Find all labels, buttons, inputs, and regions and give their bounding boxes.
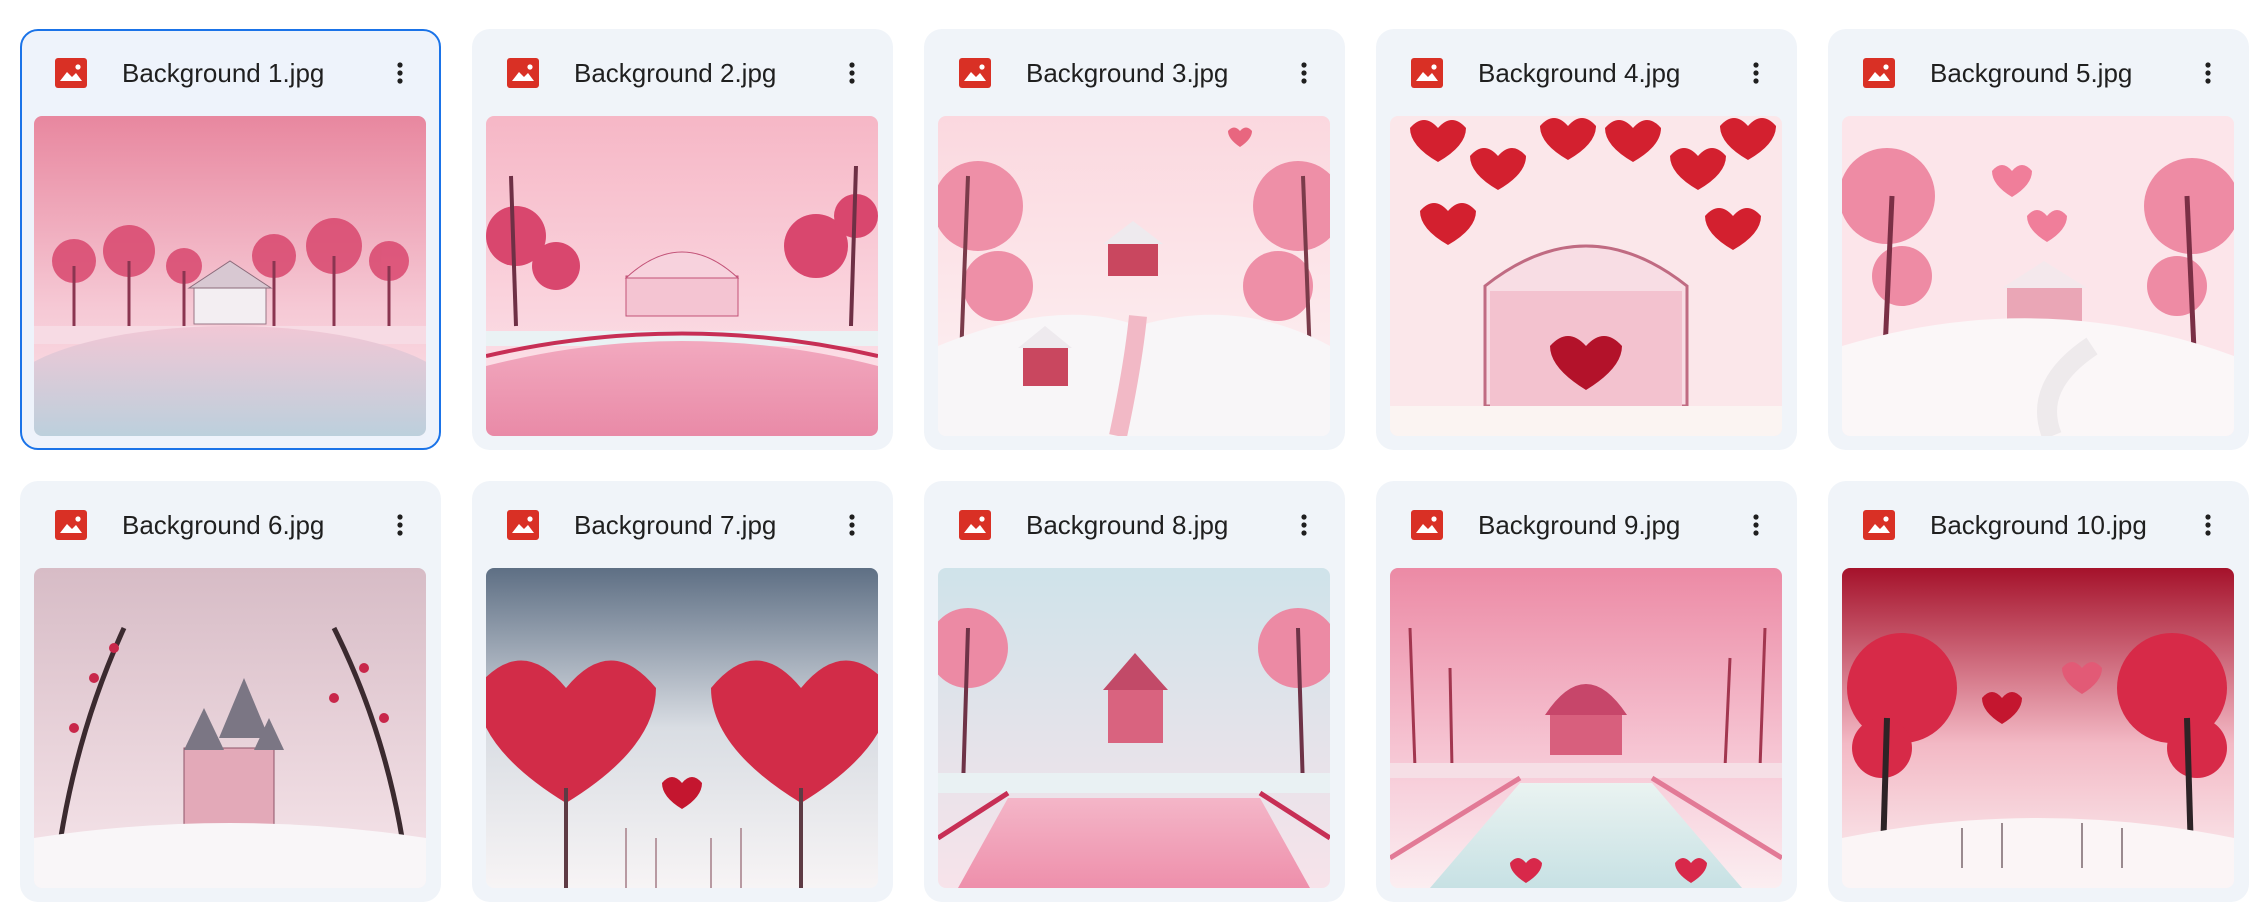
file-card[interactable]: Background 4.jpg [1376, 29, 1797, 450]
file-card-header: Background 2.jpg [472, 29, 893, 115]
file-card[interactable]: Background 2.jpg [472, 29, 893, 450]
file-name: Background 8.jpg [1026, 510, 1229, 540]
file-name: Background 1.jpg [122, 58, 325, 88]
more-vert-icon[interactable] [378, 503, 422, 547]
file-card-header: Background 6.jpg [20, 481, 441, 567]
image-file-icon [55, 510, 87, 540]
file-name: Background 10.jpg [1930, 510, 2147, 540]
more-vert-icon[interactable] [830, 503, 874, 547]
file-card-header: Background 8.jpg [924, 481, 1345, 567]
file-card-header: Background 4.jpg [1376, 29, 1797, 115]
file-card[interactable]: Background 8.jpg [924, 481, 1345, 902]
image-file-icon [1411, 58, 1443, 88]
more-vert-icon[interactable] [1734, 503, 1778, 547]
image-file-icon [507, 510, 539, 540]
image-file-icon [959, 58, 991, 88]
file-card-header: Background 10.jpg [1828, 481, 2249, 567]
file-card[interactable]: Background 10.jpg [1828, 481, 2249, 902]
more-vert-icon[interactable] [1734, 51, 1778, 95]
image-file-icon [959, 510, 991, 540]
file-card[interactable]: Background 5.jpg [1828, 29, 2249, 450]
file-thumbnail[interactable] [938, 568, 1330, 888]
image-file-icon [507, 58, 539, 88]
file-card[interactable]: Background 1.jpg [20, 29, 441, 450]
file-card-header: Background 7.jpg [472, 481, 893, 567]
file-thumbnail[interactable] [938, 116, 1330, 436]
file-name: Background 4.jpg [1478, 58, 1681, 88]
image-file-icon [55, 58, 87, 88]
file-card-header: Background 1.jpg [22, 31, 439, 117]
file-card[interactable]: Background 7.jpg [472, 481, 893, 902]
file-thumbnail[interactable] [486, 116, 878, 436]
file-name: Background 9.jpg [1478, 510, 1681, 540]
file-thumbnail[interactable] [486, 568, 878, 888]
file-card[interactable]: Background 3.jpg [924, 29, 1345, 450]
file-name: Background 7.jpg [574, 510, 777, 540]
file-thumbnail[interactable] [1390, 568, 1782, 888]
file-name: Background 2.jpg [574, 58, 777, 88]
more-vert-icon[interactable] [378, 51, 422, 95]
file-thumbnail[interactable] [1842, 116, 2234, 436]
file-grid: Background 1.jpg Background 2.jpg Backgr… [20, 29, 2249, 902]
more-vert-icon[interactable] [830, 51, 874, 95]
more-vert-icon[interactable] [1282, 503, 1326, 547]
more-vert-icon[interactable] [2186, 503, 2230, 547]
image-file-icon [1863, 58, 1895, 88]
file-name: Background 3.jpg [1026, 58, 1229, 88]
file-card-header: Background 3.jpg [924, 29, 1345, 115]
file-card[interactable]: Background 9.jpg [1376, 481, 1797, 902]
file-thumbnail[interactable] [1390, 116, 1782, 436]
file-card-header: Background 9.jpg [1376, 481, 1797, 567]
image-file-icon [1411, 510, 1443, 540]
more-vert-icon[interactable] [2186, 51, 2230, 95]
file-thumbnail[interactable] [1842, 568, 2234, 888]
file-card-header: Background 5.jpg [1828, 29, 2249, 115]
more-vert-icon[interactable] [1282, 51, 1326, 95]
file-thumbnail[interactable] [34, 568, 426, 888]
image-file-icon [1863, 510, 1895, 540]
file-name: Background 6.jpg [122, 510, 325, 540]
file-card[interactable]: Background 6.jpg [20, 481, 441, 902]
file-thumbnail[interactable] [34, 116, 426, 436]
file-name: Background 5.jpg [1930, 58, 2133, 88]
